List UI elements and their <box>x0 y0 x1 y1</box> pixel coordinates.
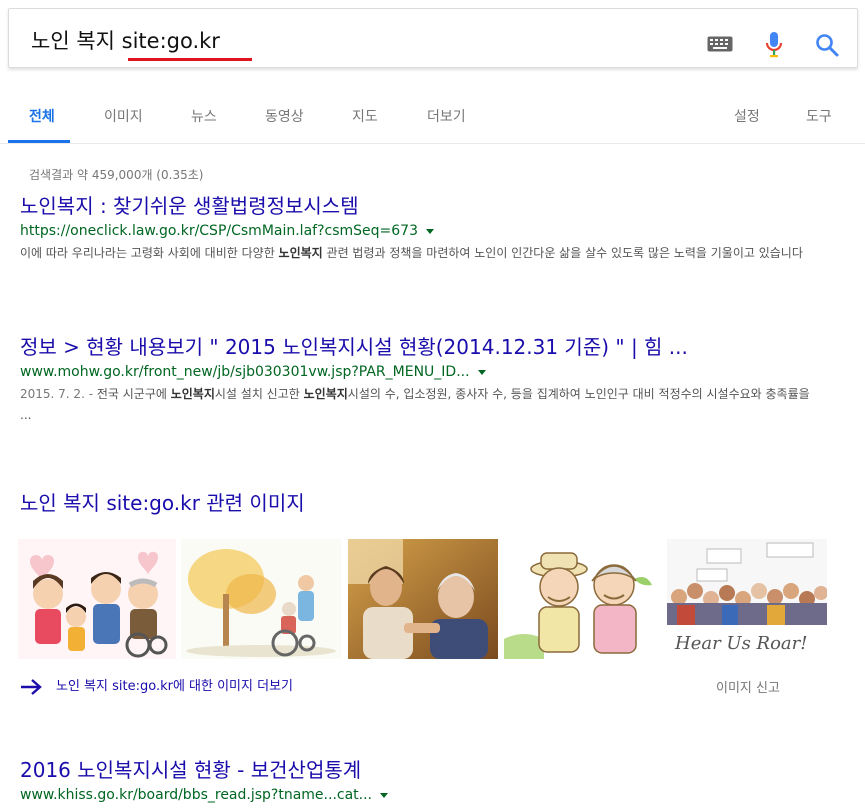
result-title-link[interactable]: 노인복지 : 찾기쉬운 생활법령정보시스템 <box>20 193 820 219</box>
snippet-highlight: 노인복지 <box>278 246 323 260</box>
more-images-label: 노인 복지 site:go.kr에 대한 이미지 더보기 <box>56 679 293 694</box>
result-url-text: https://oneclick.law.go.kr/CSP/CsmMain.l… <box>20 223 418 239</box>
spell-underline <box>128 58 252 61</box>
dropdown-caret-icon[interactable] <box>477 369 486 375</box>
snippet-highlight: 노인복지 <box>303 387 348 401</box>
snippet-text: 전국 시군구에 <box>96 387 171 401</box>
result-url-text: www.mohw.go.kr/front_new/jb/sjb030301vw.… <box>20 364 470 380</box>
tab-tools[interactable]: 도구 <box>806 106 832 126</box>
result-title-link[interactable]: 정보 > 현황 내용보기 " 2015 노인복지시설 현황(2014.12.31… <box>20 334 820 360</box>
image-pack-title-link[interactable]: 노인 복지 site:go.kr 관련 이미지 <box>20 487 305 516</box>
result-date: 2015. 7. 2. - <box>20 387 97 401</box>
snippet-highlight: 노인복지 <box>170 387 215 401</box>
search-tabs: 전체 이미지 뉴스 동영상 지도 더보기 설정 도구 <box>0 92 865 144</box>
snippet-text: 이에 따라 우리나라는 고령화 사회에 대비한 다양한 <box>20 246 279 260</box>
result-url-text: www.khiss.go.kr/board/bbs_read.jsp?tname… <box>20 787 373 803</box>
result-stats: 검색결과 약 459,000개 (0.35초) <box>29 168 204 182</box>
result-url: www.khiss.go.kr/board/bbs_read.jsp?tname… <box>20 785 820 805</box>
tab-all[interactable]: 전체 <box>29 106 55 126</box>
snippet-text: 관련 법령과 정책을 마련하여 노인이 인간다운 삶을 살수 있도록 많은 노력… <box>322 246 803 260</box>
snippet-text: 시설 설치 신고한 <box>214 387 304 401</box>
result-title-link[interactable]: 2016 노인복지시설 현황 - 보건산업통계 <box>20 757 820 783</box>
result-url: https://oneclick.law.go.kr/CSP/CsmMain.l… <box>20 221 820 241</box>
tab-more[interactable]: 더보기 <box>427 106 466 126</box>
query-text: 노인 복지 <box>31 29 122 53</box>
image-thumbnail-family-cartoon[interactable] <box>18 539 176 659</box>
active-tab-indicator <box>8 140 70 143</box>
result-snippet: 이에 따라 우리나라는 고령화 사회에 대비한 다양한 노인복지 관련 법령과 … <box>20 243 810 264</box>
result-snippet: 2015. 7. 2. - 전국 시군구에 노인복지시설 설치 신고한 노인복지… <box>20 384 810 426</box>
search-bar[interactable]: 노인 복지 site:go.kr <box>8 8 858 68</box>
search-result: 노인복지 : 찾기쉬운 생활법령정보시스템 https://oneclick.l… <box>20 193 820 264</box>
tab-videos[interactable]: 동영상 <box>265 106 304 126</box>
search-input[interactable]: 노인 복지 site:go.kr <box>31 25 220 55</box>
more-images-link[interactable]: 노인 복지 site:go.kr에 대한 이미지 더보기 <box>20 675 293 695</box>
result-url: www.mohw.go.kr/front_new/jb/sjb030301vw.… <box>20 362 820 382</box>
search-result: 정보 > 현황 내용보기 " 2015 노인복지시설 현황(2014.12.31… <box>20 334 820 426</box>
search-icon[interactable] <box>815 33 839 57</box>
tab-news[interactable]: 뉴스 <box>191 106 217 126</box>
arrow-right-icon <box>21 678 42 695</box>
tab-maps[interactable]: 지도 <box>352 106 378 126</box>
query-site-operator: site:go.kr <box>121 29 220 53</box>
tab-images[interactable]: 이미지 <box>104 106 143 126</box>
tab-settings[interactable]: 설정 <box>734 106 760 126</box>
thumb-5-caption: Hear Us Roar! <box>674 633 808 654</box>
report-images-link[interactable]: 이미지 신고 <box>716 677 780 696</box>
keyboard-icon[interactable] <box>707 36 733 52</box>
image-thumbnail-caregiver-photo[interactable] <box>348 539 498 659</box>
image-thumbnail-elderly-couple-cartoon[interactable] <box>504 539 660 659</box>
dropdown-caret-icon[interactable] <box>380 792 389 798</box>
search-result: 2016 노인복지시설 현황 - 보건산업통계 www.khiss.go.kr/… <box>20 757 820 805</box>
image-thumbnail-hear-us-roar[interactable]: Hear Us Roar! <box>667 539 827 659</box>
image-thumbnail-autumn-tree[interactable] <box>181 539 341 659</box>
dropdown-caret-icon[interactable] <box>425 228 434 234</box>
microphone-icon[interactable] <box>764 31 784 59</box>
